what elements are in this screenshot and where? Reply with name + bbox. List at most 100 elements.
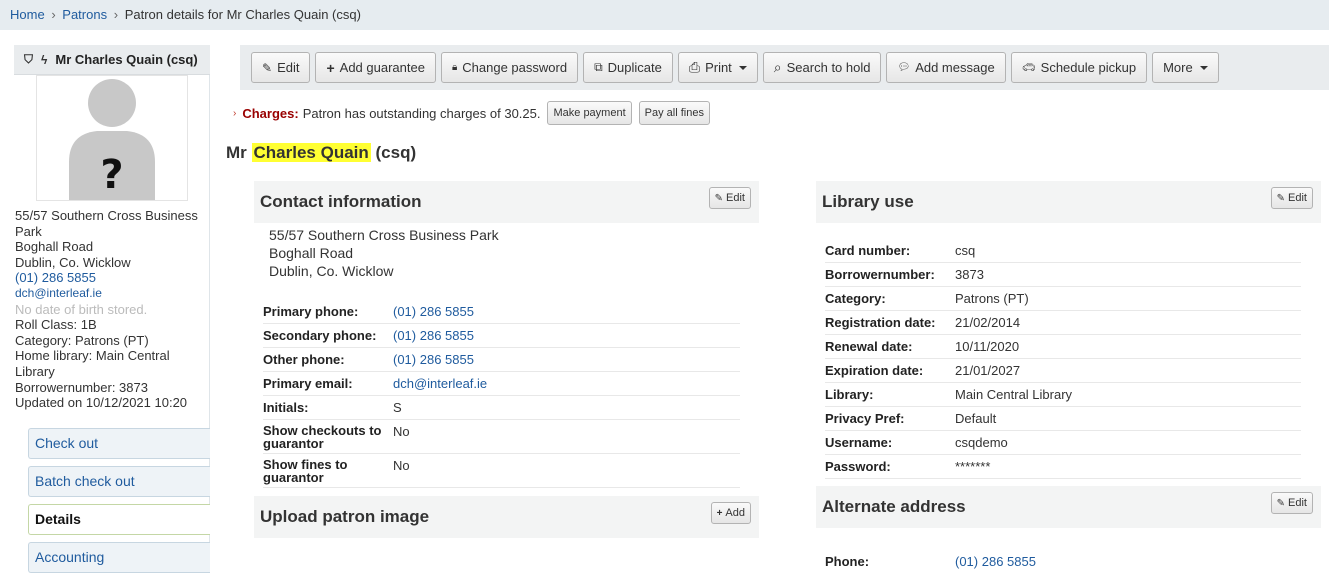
button-label: Add [725,507,745,519]
edit-alternate-address-button[interactable]: ✎ Edit [1270,492,1313,514]
sidebar-item-accounting[interactable]: Accounting [28,542,210,573]
button-label: Change password [462,60,568,75]
patron-address-summary: 55/57 Southern Cross Business Park Bogha… [14,208,210,411]
field-value: No [393,424,410,439]
comment-icon: 💬︎ [897,62,911,73]
button-label: More [1163,60,1193,75]
alternate-phone-link[interactable]: (01) 286 5855 [955,554,1036,569]
field-value: csq [955,243,976,258]
add-message-button[interactable]: 💬︎ Add message [886,52,1006,83]
borrowernumber: Borrowernumber: 3873 [15,379,148,395]
list-item: Username: csqdemo [825,431,1301,455]
field-label: Registration date: [825,315,936,330]
change-password-button[interactable]: 🔒︎ Change password [440,52,579,83]
button-label: Schedule pickup [1040,60,1137,75]
field-label: Category: [825,291,886,306]
contact-address: 55/57 Southern Cross Business Park Bogha… [269,226,499,280]
button-label: Print [705,60,732,75]
roll-class: Roll Class: 1B [15,317,97,333]
breadcrumb-home-link[interactable]: Home [10,7,45,22]
list-item: Library: Main Central Library [825,383,1301,407]
button-label: Edit [1288,192,1307,204]
primary-phone-link[interactable]: (01) 286 5855 [393,304,474,319]
charges-text: Patron has outstanding charges of 30.25. [302,105,541,121]
address-line: Boghall Road [269,245,354,261]
patron-sidenav: Check out Batch check out Details Accoun… [28,428,210,580]
field-value: 3873 [955,267,984,282]
search-to-hold-button[interactable]: ⌕ Search to hold [762,52,882,83]
field-value: csqdemo [955,435,1008,450]
breadcrumb-current: Patron details for Mr Charles Quain (csq… [124,7,361,22]
updated-on: Updated on 10/12/2021 10:20 [15,395,188,411]
home-library: Home library: Main Central Library [15,348,170,379]
field-label: Initials: [263,400,309,415]
charges-label: Charges: [242,105,299,121]
section-heading: Alternate address [822,497,966,516]
section-heading: Library use [822,192,914,211]
breadcrumb-separator: › [51,7,56,22]
address-line: Dublin, Co. Wicklow [269,263,394,279]
breadcrumb-separator: › [113,7,119,22]
edit-contact-button[interactable]: ✎ Edit [708,187,751,209]
field-label: Password: [825,459,891,474]
schedule-pickup-button[interactable]: 🚗︎ Schedule pickup [1010,52,1148,83]
patron-name: Mr Charles Quain (csq) [55,52,198,67]
pencil-icon: ✎ [1276,497,1286,509]
other-phone-link[interactable]: (01) 286 5855 [393,352,474,367]
list-item: Primary phone: (01) 286 5855 [263,300,740,324]
pay-all-fines-button[interactable]: Pay all fines [638,101,710,125]
sidebar-item-batch-check-out[interactable]: Batch check out [28,466,210,497]
copy-icon: ⧉ [594,60,603,74]
edit-library-use-button[interactable]: ✎ Edit [1270,187,1313,209]
field-value: S [393,400,402,415]
button-label: Edit [277,60,300,75]
field-label: Other phone: [263,352,345,367]
flash-icon: ϟ [41,52,48,67]
list-item: Registration date: 21/02/2014 [825,311,1301,335]
list-item: Show fines to guarantor No [263,454,740,488]
plus-icon: + [326,59,335,76]
patron-photo-placeholder[interactable]: ? [36,75,188,201]
list-item: Secondary phone: (01) 286 5855 [263,324,740,348]
button-label: Add message [915,60,995,75]
print-dropdown-button[interactable]: ⎙ Print [677,52,758,83]
breadcrumb-patrons-link[interactable]: Patrons [62,7,107,22]
svg-text:?: ? [100,152,123,198]
make-payment-button[interactable]: Make payment [547,101,632,125]
contact-details-list: Primary phone: (01) 286 5855 Secondary p… [263,300,740,488]
address-line: 55/57 Southern Cross Business Park [269,227,499,243]
sidebar-item-details[interactable]: Details [28,504,210,535]
section-heading: Contact information [260,192,422,211]
secondary-phone-link[interactable]: (01) 286 5855 [393,328,474,343]
list-item: Expiration date: 21/01/2027 [825,359,1301,383]
title-name-highlight: Charles Quain [251,143,371,162]
more-dropdown-button[interactable]: More [1152,52,1219,83]
charges-notice: › Charges: Patron has outstanding charge… [233,101,710,125]
add-guarantee-button[interactable]: + Add guarantee [315,52,436,83]
pencil-icon: ✎ [714,192,724,204]
contact-information-header: Contact information ✎ Edit [254,181,759,223]
sidebar-email-link[interactable]: dch@interleaf.ie [15,286,102,300]
duplicate-button[interactable]: ⧉ Duplicate [583,52,673,83]
button-label: Edit [1288,497,1307,509]
print-icon: ⎙ [688,59,701,75]
lock-icon: 🔒︎ [451,62,458,73]
field-label: Secondary phone: [263,328,377,343]
add-patron-image-button[interactable]: + Add [710,502,751,524]
edit-button[interactable]: ✎ Edit [251,52,311,83]
library-use-header: Library use ✎ Edit [816,181,1321,223]
field-value: Patrons (PT) [955,291,1029,306]
sidebar-item-check-out[interactable]: Check out [28,428,210,459]
section-heading: Upload patron image [260,507,430,526]
sidebar-phone-link[interactable]: (01) 286 5855 [15,270,96,285]
list-item: Password: ******* [825,455,1301,479]
primary-email-link[interactable]: dch@interleaf.ie [393,376,487,391]
library-use-list: Card number: csq Borrowernumber: 3873 Cate… [825,239,1301,479]
field-value: 21/01/2027 [955,363,1021,378]
patron-category: Category: Patrons (PT) [15,332,149,348]
chevron-right-icon: › [233,107,237,119]
alternate-address-list: Phone: (01) 286 5855 [825,549,1301,573]
list-item: Initials: S [263,396,740,420]
field-value: ******* [955,459,991,474]
patron-toolbar: ✎ Edit + Add guarantee 🔒︎ Change passwor… [240,45,1329,90]
